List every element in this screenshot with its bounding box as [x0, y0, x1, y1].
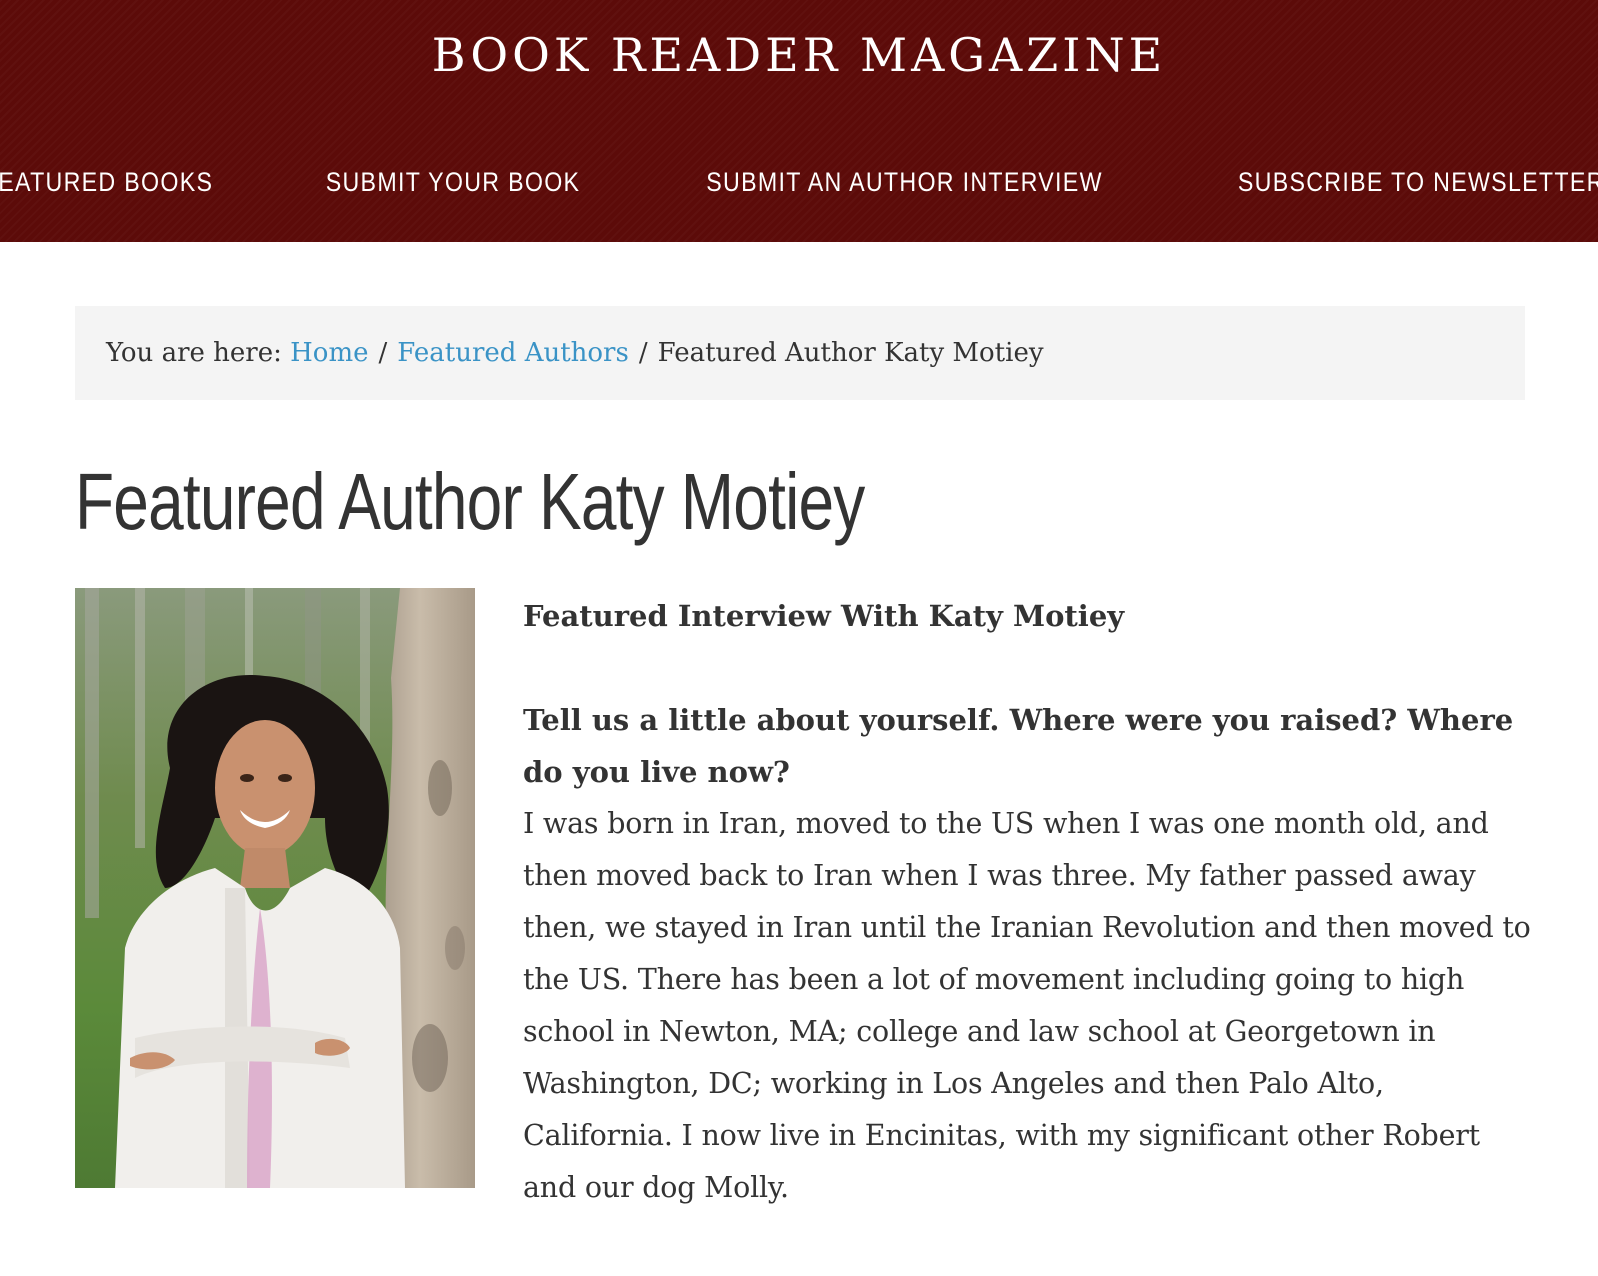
breadcrumb-featured-authors-link[interactable]: Featured Authors [397, 338, 629, 368]
breadcrumb-separator: / [378, 338, 388, 368]
breadcrumb-current: Featured Author Katy Motiey [657, 338, 1044, 368]
interview-heading: Featured Interview With Katy Motiey [523, 599, 1125, 633]
breadcrumb-home-link[interactable]: Home [290, 338, 368, 368]
interview-question: Tell us a little about yourself. Where w… [523, 703, 1514, 789]
nav-item-submit-your-book[interactable]: SUBMIT YOUR BOOK [325, 160, 580, 204]
breadcrumb: You are here: Home / Featured Authors / Feat… [75, 306, 1525, 400]
breadcrumb-separator: / [638, 338, 648, 368]
site-title[interactable]: BOOK READER MAGAZINE [0, 28, 1598, 82]
nav-item-subscribe-newsletter[interactable]: SUBSCRIBE TO NEWSLETTER [1238, 160, 1598, 204]
nav-item-submit-author-interview[interactable]: SUBMIT AN AUTHOR INTERVIEW [706, 160, 1103, 204]
page-title: Featured Author Katy Motiey [75, 457, 865, 546]
main-nav: FEATURED BOOKS SUBMIT YOUR BOOK SUBMIT A… [0, 160, 1598, 204]
breadcrumb-prefix: You are here: [106, 338, 282, 368]
author-photo [75, 588, 475, 1188]
article-content: Featured Interview With Katy Motiey Tell… [523, 590, 1533, 1214]
site-header: BOOK READER MAGAZINE FEATURED BOOKS SUBM… [0, 0, 1598, 242]
interview-answer: I was born in Iran, moved to the US when… [523, 807, 1531, 1204]
nav-item-featured-books[interactable]: FEATURED BOOKS [0, 160, 213, 204]
